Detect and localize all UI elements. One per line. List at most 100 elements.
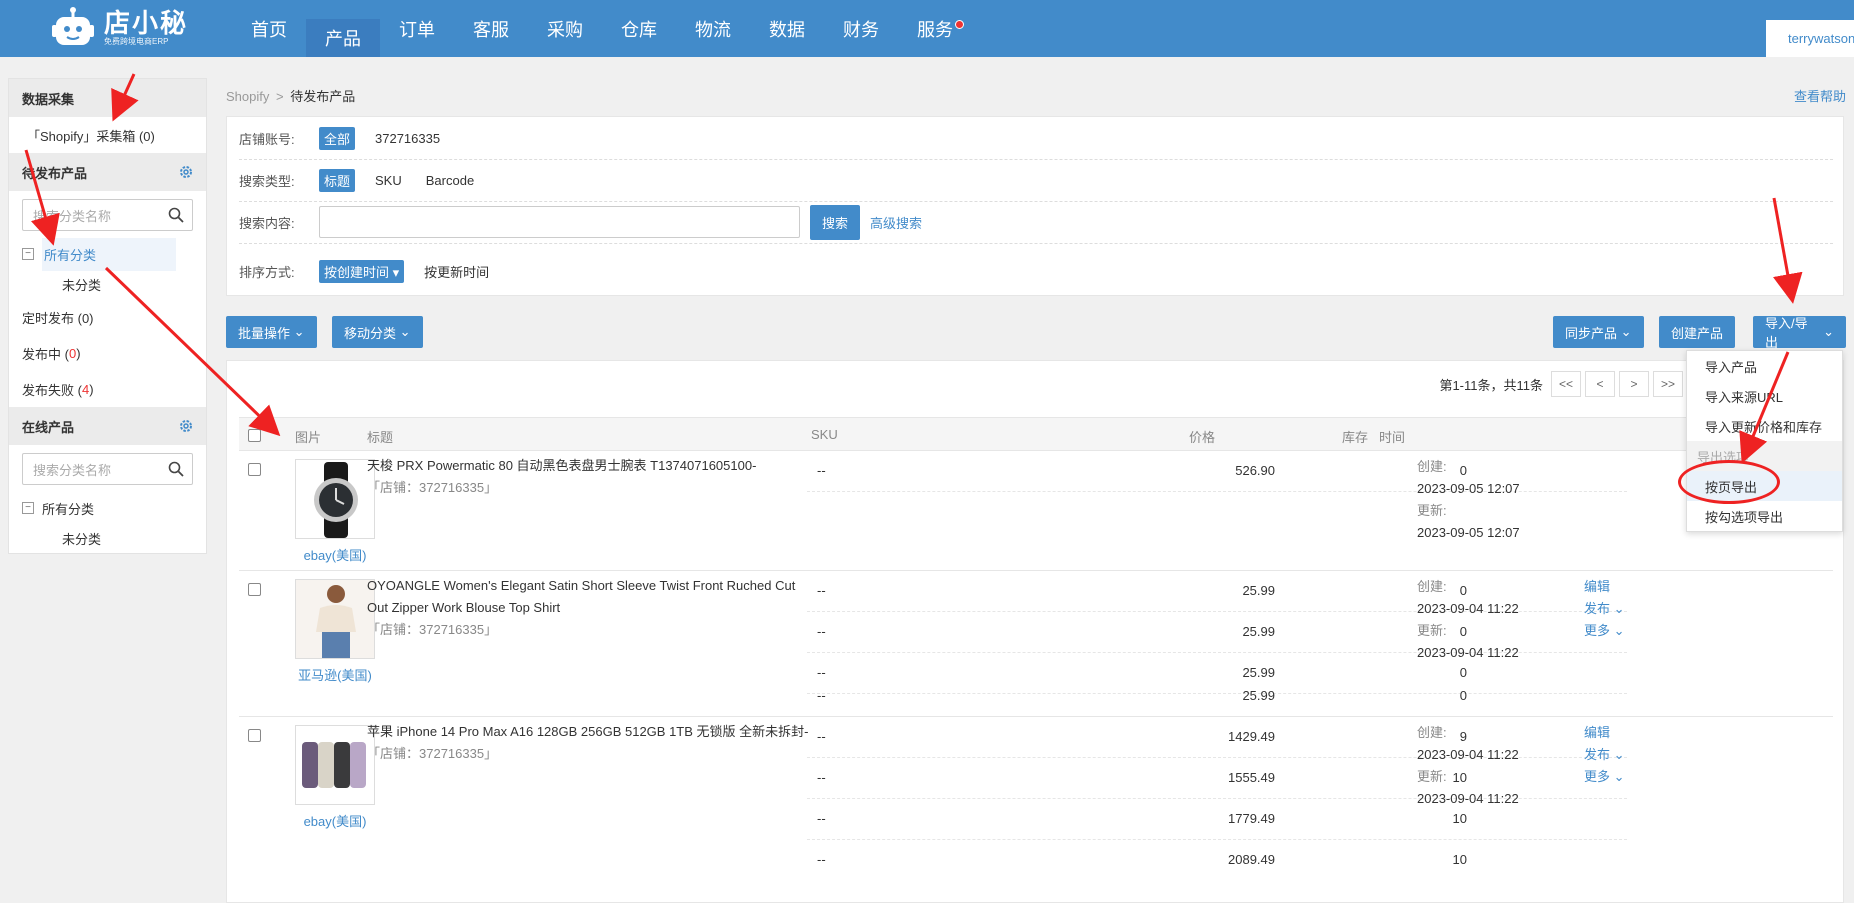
import-export-label: 导入/导出 xyxy=(1765,316,1808,350)
online-category-search-input[interactable]: 搜索分类名称 xyxy=(22,453,193,485)
type-barcode-option[interactable]: Barcode xyxy=(426,173,474,188)
sidebar-item-collect-box[interactable]: 「Shopify」采集箱 (0) xyxy=(9,117,206,153)
batch-operation-button[interactable]: 批量操作 ⌄ xyxy=(226,316,317,348)
variant-sku: -- xyxy=(817,624,826,639)
variant-stock: 10 xyxy=(1452,811,1467,826)
updated-label: 更新: xyxy=(1417,623,1447,638)
created-time: 2023-09-04 11:22 xyxy=(1417,747,1519,762)
product-source-link[interactable]: ebay(美国) xyxy=(287,545,383,564)
import-export-button[interactable]: 导入/导出 ⌄ xyxy=(1753,316,1846,350)
brand-logo[interactable]: 店小秘 免费跨境电商ERP xyxy=(50,5,188,51)
move-category-button[interactable]: 移动分类 ⌄ xyxy=(332,316,423,348)
product-image-blouse[interactable] xyxy=(295,579,375,659)
row-checkbox[interactable] xyxy=(248,583,261,596)
sidebar-item-publishing[interactable]: 发布中 (0) xyxy=(9,335,206,371)
first-page-button[interactable]: << xyxy=(1551,371,1581,397)
breadcrumb-parent[interactable]: Shopify xyxy=(226,89,269,104)
variant-sku: -- xyxy=(817,463,826,478)
publish-dropdown[interactable]: 发布 ⌄ xyxy=(1584,598,1625,620)
search-input[interactable] xyxy=(319,206,800,238)
next-page-button[interactable]: > xyxy=(1619,371,1649,397)
nav-orders[interactable]: 订单 xyxy=(380,0,454,57)
search-type-label: 搜索类型: xyxy=(239,173,295,189)
nav-purchase[interactable]: 采购 xyxy=(528,0,602,57)
menu-import-update-price-stock[interactable]: 导入更新价格和库存 xyxy=(1687,411,1842,441)
product-source-link[interactable]: 亚马逊(美国) xyxy=(287,665,383,684)
tree-online-uncategorized[interactable]: 未分类 xyxy=(9,523,206,553)
category-search-input[interactable]: 搜索分类名称 xyxy=(22,199,193,231)
filter-store-row: 店铺账号: 全部 372716335 xyxy=(239,117,464,159)
import-export-menu: 导入产品 导入来源URL 导入更新价格和库存 导出选项 按页导出 按勾选项导出 xyxy=(1686,350,1843,532)
sort-updated-option[interactable]: 按更新时间 xyxy=(424,262,489,281)
store-option[interactable]: 372716335 xyxy=(375,131,440,146)
variant-sku: -- xyxy=(817,770,826,785)
type-sku-option[interactable]: SKU xyxy=(375,173,402,188)
variant-row: -- 2089.49 10 xyxy=(807,840,1627,881)
advanced-search-link[interactable]: 高级搜索 xyxy=(870,213,922,232)
tree-uncategorized[interactable]: 未分类 xyxy=(9,269,206,299)
nav-warehouse[interactable]: 仓库 xyxy=(602,0,676,57)
search-icon[interactable] xyxy=(168,207,184,223)
nav-data[interactable]: 数据 xyxy=(750,0,824,57)
gear-icon[interactable] xyxy=(178,418,194,434)
created-label: 创建: xyxy=(1417,725,1447,740)
last-page-button[interactable]: >> xyxy=(1653,371,1683,397)
type-title-tag[interactable]: 标题 xyxy=(319,168,356,192)
nav-customer-service[interactable]: 客服 xyxy=(454,0,528,57)
row-checkbox[interactable] xyxy=(248,463,261,476)
product-source-link[interactable]: ebay(美国) xyxy=(287,811,383,830)
more-dropdown[interactable]: 更多 ⌄ xyxy=(1584,766,1625,788)
product-title[interactable]: 天梭 PRX Powermatic 80 自动黑色表盘男士腕表 T1374071… xyxy=(367,455,867,477)
edit-link[interactable]: 编辑 xyxy=(1584,576,1625,598)
search-button[interactable]: 搜索 xyxy=(810,204,861,240)
product-time: 创建: 2023-09-05 12:07 更新: 2023-09-05 12:0… xyxy=(1417,456,1520,544)
username: terrywatson xyxy=(1788,31,1854,46)
sidebar-item-scheduled[interactable]: 定时发布 (0) xyxy=(9,299,206,335)
nav-product[interactable]: 产品 xyxy=(306,19,380,57)
sort-created-dropdown[interactable]: 按创建时间 ▾ xyxy=(319,259,405,283)
menu-import-product[interactable]: 导入产品 xyxy=(1687,351,1842,381)
user-menu[interactable]: terrywatson xyxy=(1766,20,1854,57)
search-icon[interactable] xyxy=(168,461,184,477)
product-image-watch[interactable] xyxy=(295,459,375,539)
filter-type-row: 搜索类型: 标题 SKU Barcode xyxy=(239,159,498,201)
sync-products-button[interactable]: 同步产品 ⌄ xyxy=(1553,316,1644,348)
product-title[interactable]: OYOANGLE Women's Elegant Satin Short Sle… xyxy=(367,575,807,619)
more-dropdown[interactable]: 更多 ⌄ xyxy=(1584,620,1625,642)
sidebar-item-failed[interactable]: 发布失败 (4) xyxy=(9,371,206,407)
tree-online-all[interactable]: − 所有分类 xyxy=(9,493,206,523)
menu-import-source-url[interactable]: 导入来源URL xyxy=(1687,381,1842,411)
create-product-button[interactable]: 创建产品 xyxy=(1659,316,1736,348)
brand-subtitle: 免费跨境电商ERP xyxy=(104,37,169,46)
product-title[interactable]: 苹果 iPhone 14 Pro Max A16 128GB 256GB 512… xyxy=(367,721,867,743)
variant-price: 25.99 xyxy=(1242,688,1275,703)
help-link[interactable]: 查看帮助 xyxy=(1794,86,1846,105)
tree-all-category[interactable]: − 所有分类 xyxy=(9,237,206,271)
collapse-icon[interactable]: − xyxy=(22,248,34,260)
variant-sku: -- xyxy=(817,583,826,598)
brand-name: 店小秘 xyxy=(104,8,189,38)
nav-services[interactable]: 服务 xyxy=(898,0,972,57)
store-all-tag[interactable]: 全部 xyxy=(319,126,356,150)
nav-finance[interactable]: 财务 xyxy=(824,0,898,57)
watch-image-icon xyxy=(314,462,358,538)
prev-page-button[interactable]: < xyxy=(1585,371,1615,397)
variant-price: 526.90 xyxy=(1235,463,1275,478)
publish-dropdown[interactable]: 发布 ⌄ xyxy=(1584,744,1625,766)
pagination-info: 第1-11条，共11条 xyxy=(1439,377,1543,393)
collapse-icon[interactable]: − xyxy=(22,502,34,514)
edit-link[interactable]: 编辑 xyxy=(1584,722,1625,744)
product-image-iphone[interactable] xyxy=(295,725,375,805)
store-label: 店铺账号: xyxy=(239,131,295,147)
row-checkbox[interactable] xyxy=(248,729,261,742)
nav-logistics[interactable]: 物流 xyxy=(676,0,750,57)
created-label: 创建: xyxy=(1417,579,1447,594)
notification-dot xyxy=(955,20,964,29)
menu-export-checked[interactable]: 按勾选项导出 xyxy=(1687,501,1842,531)
nav-home[interactable]: 首页 xyxy=(232,0,306,57)
col-stock: 库存 xyxy=(1342,430,1369,445)
failed-label: 发布失败 ( xyxy=(22,382,82,398)
variant-price: 2089.49 xyxy=(1228,852,1275,867)
select-all-checkbox[interactable] xyxy=(248,429,261,442)
gear-icon[interactable] xyxy=(178,164,194,180)
